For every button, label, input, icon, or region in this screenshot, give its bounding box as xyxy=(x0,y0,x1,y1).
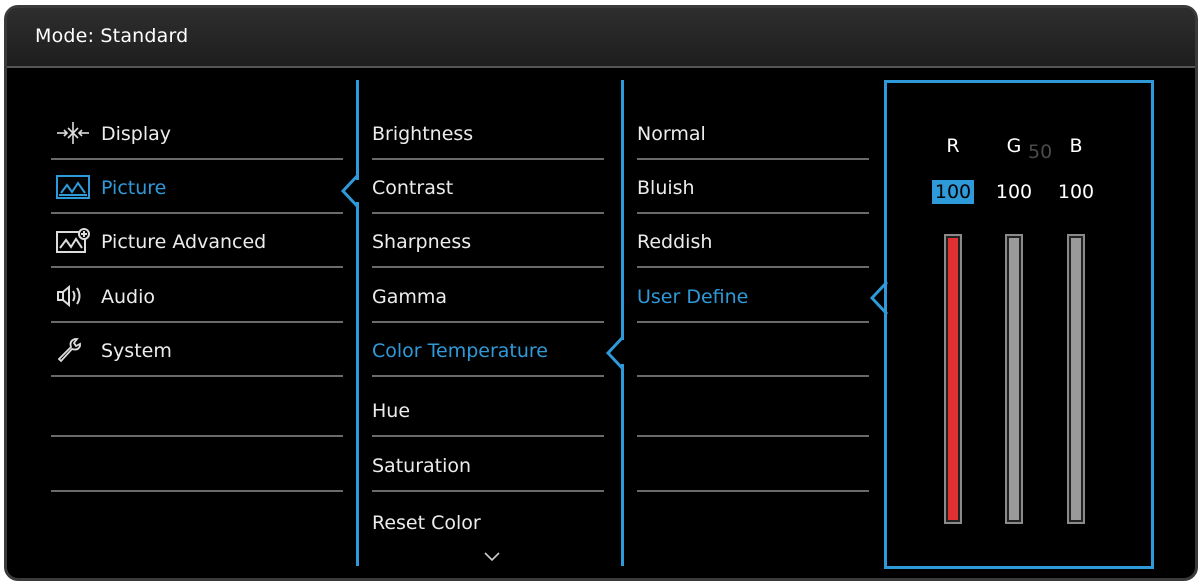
submenu-item-label: Hue xyxy=(372,400,411,422)
channel-b-slider-fill xyxy=(1071,238,1081,520)
channel-r-value[interactable]: 100 xyxy=(932,180,974,204)
submenu-item-reset-color[interactable]: Reset Color xyxy=(372,493,604,547)
submenu-item-brightness[interactable]: Brightness xyxy=(372,106,604,160)
column-separator xyxy=(356,80,359,180)
submenu-item-label: Saturation xyxy=(372,455,472,477)
option-empty xyxy=(637,383,869,437)
menu-item-system[interactable]: System xyxy=(51,323,343,377)
menu-item-empty xyxy=(51,383,343,437)
menu-item-label: Audio xyxy=(101,286,156,308)
submenu-item-sharpness[interactable]: Sharpness xyxy=(372,214,604,268)
submenu-item-hue[interactable]: Hue xyxy=(372,383,604,437)
osd-header: Mode: Standard xyxy=(7,8,1195,68)
column-separator xyxy=(621,364,624,566)
channel-r-label: R xyxy=(946,135,960,157)
menu-item-label: Picture Advanced xyxy=(101,231,267,253)
column-separator xyxy=(356,202,359,566)
channel-r-slider[interactable] xyxy=(944,234,962,524)
option-reddish[interactable]: Reddish xyxy=(637,214,869,268)
channel-b-slider[interactable] xyxy=(1067,234,1085,524)
audio-icon xyxy=(55,283,91,309)
option-label: Normal xyxy=(637,123,706,145)
submenu-item-label: Reset Color xyxy=(372,512,481,534)
option-label: Reddish xyxy=(637,231,713,253)
submenu-item-label: Gamma xyxy=(372,286,448,308)
submenu-item-color-temperature[interactable]: Color Temperature xyxy=(372,323,604,377)
option-label: Bluish xyxy=(637,177,695,199)
submenu-item-label: Contrast xyxy=(372,177,454,199)
channel-g-slider-fill xyxy=(1009,238,1019,520)
option-empty xyxy=(637,323,869,377)
channel-g-label: G xyxy=(1006,135,1022,157)
submenu-item-gamma[interactable]: Gamma xyxy=(372,269,604,323)
channel-b-value[interactable]: 100 xyxy=(1055,180,1097,204)
channel-b-label: B xyxy=(1069,135,1083,157)
channel-g-slider[interactable] xyxy=(1005,234,1023,524)
submenu-item-label: Brightness xyxy=(372,123,474,145)
picture-advanced-icon xyxy=(55,228,91,254)
option-empty xyxy=(637,438,869,492)
menu-item-picture[interactable]: Picture xyxy=(51,160,343,214)
menu-item-empty xyxy=(51,438,343,492)
menu-item-audio[interactable]: Audio xyxy=(51,269,343,323)
osd-menu-frame: Mode: Standard Display Picture Picture A… xyxy=(4,5,1198,581)
option-label: User Define xyxy=(637,286,749,308)
submenu-item-label: Color Temperature xyxy=(372,340,549,362)
ghost-value: 50 xyxy=(1028,141,1053,163)
option-bluish[interactable]: Bluish xyxy=(637,160,869,214)
system-icon xyxy=(55,337,91,363)
option-normal[interactable]: Normal xyxy=(637,106,869,160)
menu-item-picture-advanced[interactable]: Picture Advanced xyxy=(51,214,343,268)
rgb-adjust-panel: 50 R G B 100 100 100 xyxy=(884,80,1154,569)
column-separator xyxy=(621,80,624,340)
option-user-define[interactable]: User Define xyxy=(637,269,869,323)
submenu-item-contrast[interactable]: Contrast xyxy=(372,160,604,214)
submenu-item-saturation[interactable]: Saturation xyxy=(372,438,604,492)
menu-item-label: Display xyxy=(101,123,172,145)
menu-item-display[interactable]: Display xyxy=(51,106,343,160)
menu-item-label: Picture xyxy=(101,177,167,199)
scroll-down-chevron-icon[interactable] xyxy=(483,551,501,563)
channel-r-slider-fill xyxy=(948,238,958,520)
display-icon xyxy=(55,120,91,146)
picture-icon xyxy=(55,174,91,200)
submenu-item-label: Sharpness xyxy=(372,231,472,253)
mode-label: Mode: Standard xyxy=(35,25,189,47)
channel-g-value[interactable]: 100 xyxy=(993,180,1035,204)
menu-item-label: System xyxy=(101,340,172,362)
